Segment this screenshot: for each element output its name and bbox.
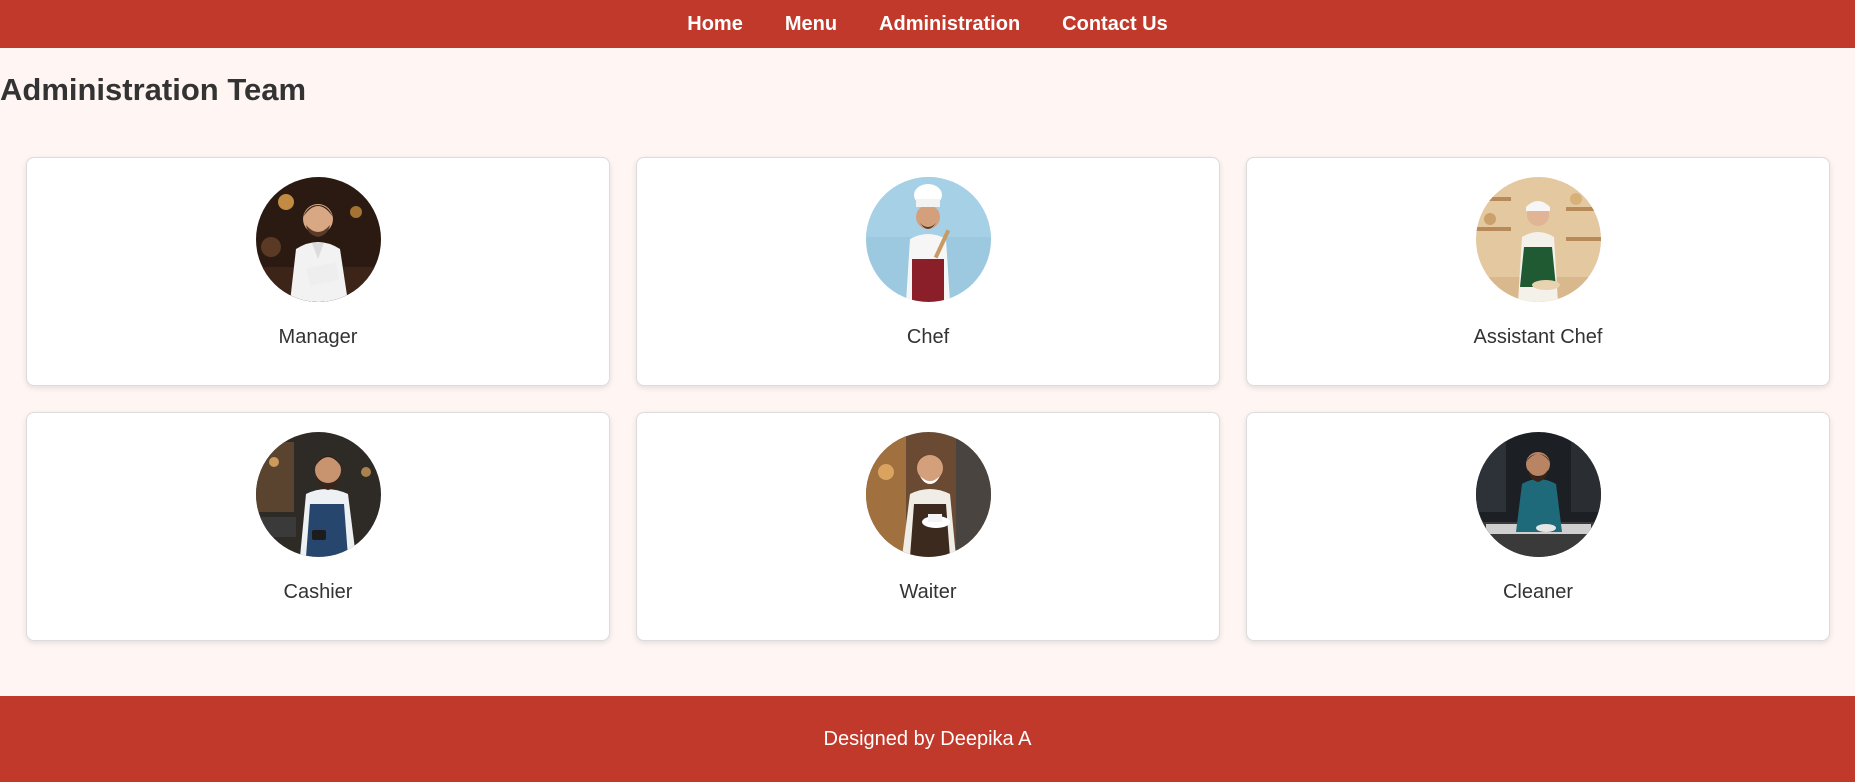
team-role: Cleaner (1502, 581, 1574, 603)
team-role: Chef (906, 326, 950, 348)
team-role: Assistant Chef (1473, 326, 1603, 348)
cashier-photo (255, 432, 381, 557)
team-grid: Manager Chef Assistant Chef Cashier Wait… (26, 157, 1830, 641)
chef-photo (865, 177, 991, 302)
team-role: Manager (278, 326, 358, 348)
nav-contact-link[interactable]: Contact Us (1062, 0, 1168, 48)
team-card-cleaner: Cleaner (1246, 412, 1830, 641)
team-card-waiter: Waiter (636, 412, 1220, 641)
page-title: Administration Team (0, 72, 307, 107)
team-role: Waiter (899, 581, 957, 603)
cleaner-photo (1475, 432, 1601, 557)
assistant-chef-photo (1475, 177, 1601, 302)
waiter-photo (865, 432, 991, 557)
team-role: Cashier (283, 581, 353, 603)
team-card-cashier: Cashier (26, 412, 610, 641)
top-navigation: Home Menu Administration Contact Us (0, 0, 1855, 48)
team-card-assistant-chef: Assistant Chef (1246, 157, 1830, 386)
manager-photo (255, 177, 381, 302)
footer: Designed by Deepika A (0, 696, 1855, 782)
nav-menu-link[interactable]: Menu (785, 0, 837, 48)
footer-credit: Designed by Deepika A (823, 727, 1032, 750)
team-card-manager: Manager (26, 157, 610, 386)
team-card-chef: Chef (636, 157, 1220, 386)
nav-home-link[interactable]: Home (687, 0, 743, 48)
nav-administration-link[interactable]: Administration (879, 0, 1020, 48)
